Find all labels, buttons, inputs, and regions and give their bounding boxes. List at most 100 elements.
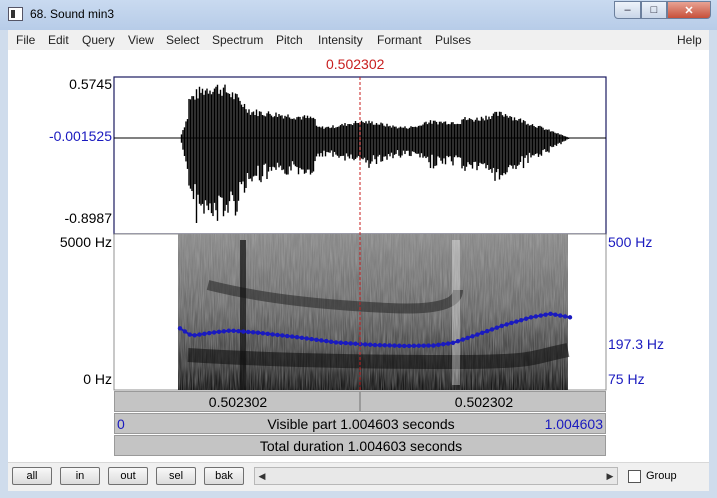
pitch-point: [504, 322, 509, 327]
pitch-point: [304, 336, 309, 341]
pitch-point: [372, 342, 378, 348]
scroll-right-arrow-icon[interactable]: ▶: [603, 468, 617, 484]
praat-sound-window: 68. Sound min3 – □ ✕ File Edit Query Vie…: [0, 0, 717, 498]
zoom-sel-button[interactable]: sel: [156, 467, 196, 485]
menu-view[interactable]: View: [128, 33, 154, 47]
pitch-point: [543, 312, 548, 317]
pitch-point: [538, 313, 543, 318]
zoom-back-button[interactable]: bak: [204, 467, 244, 485]
zoom-out-button[interactable]: out: [108, 467, 148, 485]
app-icon: [8, 7, 23, 21]
total-duration-bar[interactable]: Total duration 1.004603 seconds: [114, 435, 606, 456]
pitch-point: [377, 343, 383, 348]
pitch-point: [285, 333, 290, 339]
zoom-in-button[interactable]: in: [60, 467, 100, 485]
pitch-point: [333, 340, 339, 345]
horizontal-scrollbar[interactable]: ◀ ▶: [254, 467, 618, 485]
menu-formant[interactable]: Formant: [377, 33, 422, 47]
pitch-point: [450, 340, 456, 346]
spectrogram-light-striation: [452, 240, 460, 385]
time-segment-left[interactable]: 0.502302: [114, 391, 360, 412]
pitch-point: [187, 332, 192, 337]
menu-help[interactable]: Help: [677, 33, 702, 47]
pitch-point: [387, 343, 392, 348]
menu-select[interactable]: Select: [166, 33, 199, 47]
visible-part-label: Visible part 1.004603 seconds: [267, 416, 455, 432]
menu-query[interactable]: Query: [82, 33, 115, 47]
pitch-point: [319, 338, 324, 343]
pitch-point: [523, 316, 529, 321]
pitch-point: [392, 343, 397, 348]
menu-intensity[interactable]: Intensity: [318, 33, 363, 47]
pitch-point: [489, 327, 495, 332]
pitch-point: [202, 331, 207, 337]
pitch-point: [411, 343, 417, 349]
pitch-point: [324, 338, 329, 344]
pitch-point: [328, 339, 334, 344]
pitch-point: [270, 332, 275, 337]
client-area: File Edit Query View Select Spectrum Pit…: [8, 30, 709, 491]
pitch-point: [509, 320, 514, 326]
pitch-point: [416, 343, 422, 348]
pitch-point: [455, 339, 461, 344]
pitch-point: [294, 334, 300, 340]
pitch-point: [177, 326, 183, 331]
visible-end-label: 1.004603: [544, 416, 603, 432]
pitch-point: [216, 329, 222, 335]
menu-pitch[interactable]: Pitch: [276, 33, 303, 47]
pitch-point: [197, 332, 202, 337]
close-button[interactable]: ✕: [667, 1, 711, 19]
time-segment-left-label: 0.502302: [208, 394, 268, 410]
menu-file[interactable]: File: [16, 33, 35, 47]
zoom-all-button[interactable]: all: [12, 467, 52, 485]
visible-part-bar[interactable]: 0 Visible part 1.004603 seconds 1.004603: [114, 413, 606, 434]
window-title: 68. Sound min3: [30, 7, 115, 21]
pitch-point: [431, 343, 436, 348]
pitch-point: [460, 337, 465, 342]
pitch-point: [348, 341, 353, 346]
pitch-point: [363, 342, 368, 347]
menu-pulses[interactable]: Pulses: [435, 33, 471, 47]
pitch-point: [246, 329, 251, 335]
pitch-point: [221, 329, 227, 334]
pitch-point: [289, 334, 295, 339]
pitch-point: [402, 343, 407, 349]
pitch-point: [441, 341, 446, 347]
pitch-point: [226, 328, 231, 333]
pitch-point: [241, 329, 246, 334]
pitch-point: [299, 335, 305, 341]
editor-canvas[interactable]: 0.502302 0.5745 -0.001525 -0.8987 5000 H…: [8, 50, 709, 490]
time-segment-right[interactable]: 0.502302: [360, 391, 606, 412]
pitch-point: [236, 328, 241, 334]
menu-spectrum[interactable]: Spectrum: [212, 33, 263, 47]
pitch-point: [562, 314, 568, 319]
pitch-point: [182, 329, 188, 334]
pitch-point: [421, 343, 426, 348]
time-segment-right-label: 0.502302: [454, 394, 514, 410]
pitch-point: [514, 319, 519, 324]
group-checkbox[interactable]: [628, 470, 641, 483]
menu-bar: File Edit Query View Select Spectrum Pit…: [8, 30, 709, 51]
pitch-point: [207, 330, 212, 336]
pitch-point: [265, 331, 270, 337]
pitch-point: [353, 341, 358, 346]
pitch-point: [309, 336, 314, 342]
pitch-point: [436, 342, 441, 348]
scroll-left-arrow-icon[interactable]: ◀: [255, 468, 269, 484]
pitch-point: [553, 312, 558, 317]
pitch-point: [567, 315, 573, 320]
pitch-point: [367, 342, 373, 347]
pitch-point: [338, 340, 344, 345]
pitch-point: [445, 341, 451, 346]
menu-edit[interactable]: Edit: [48, 33, 69, 47]
bottom-toolbar: all in out sel bak ◀ ▶ Group: [8, 462, 709, 491]
maximize-button[interactable]: □: [641, 1, 667, 19]
total-duration-label: Total duration 1.004603 seconds: [259, 438, 463, 454]
pitch-point: [255, 330, 261, 335]
pitch-point: [211, 330, 217, 335]
pitch-point: [343, 340, 348, 346]
minimize-button[interactable]: –: [614, 1, 641, 19]
pitch-point: [397, 343, 402, 348]
title-bar: 68. Sound min3 – □ ✕: [0, 0, 717, 30]
pitch-point: [280, 333, 285, 338]
